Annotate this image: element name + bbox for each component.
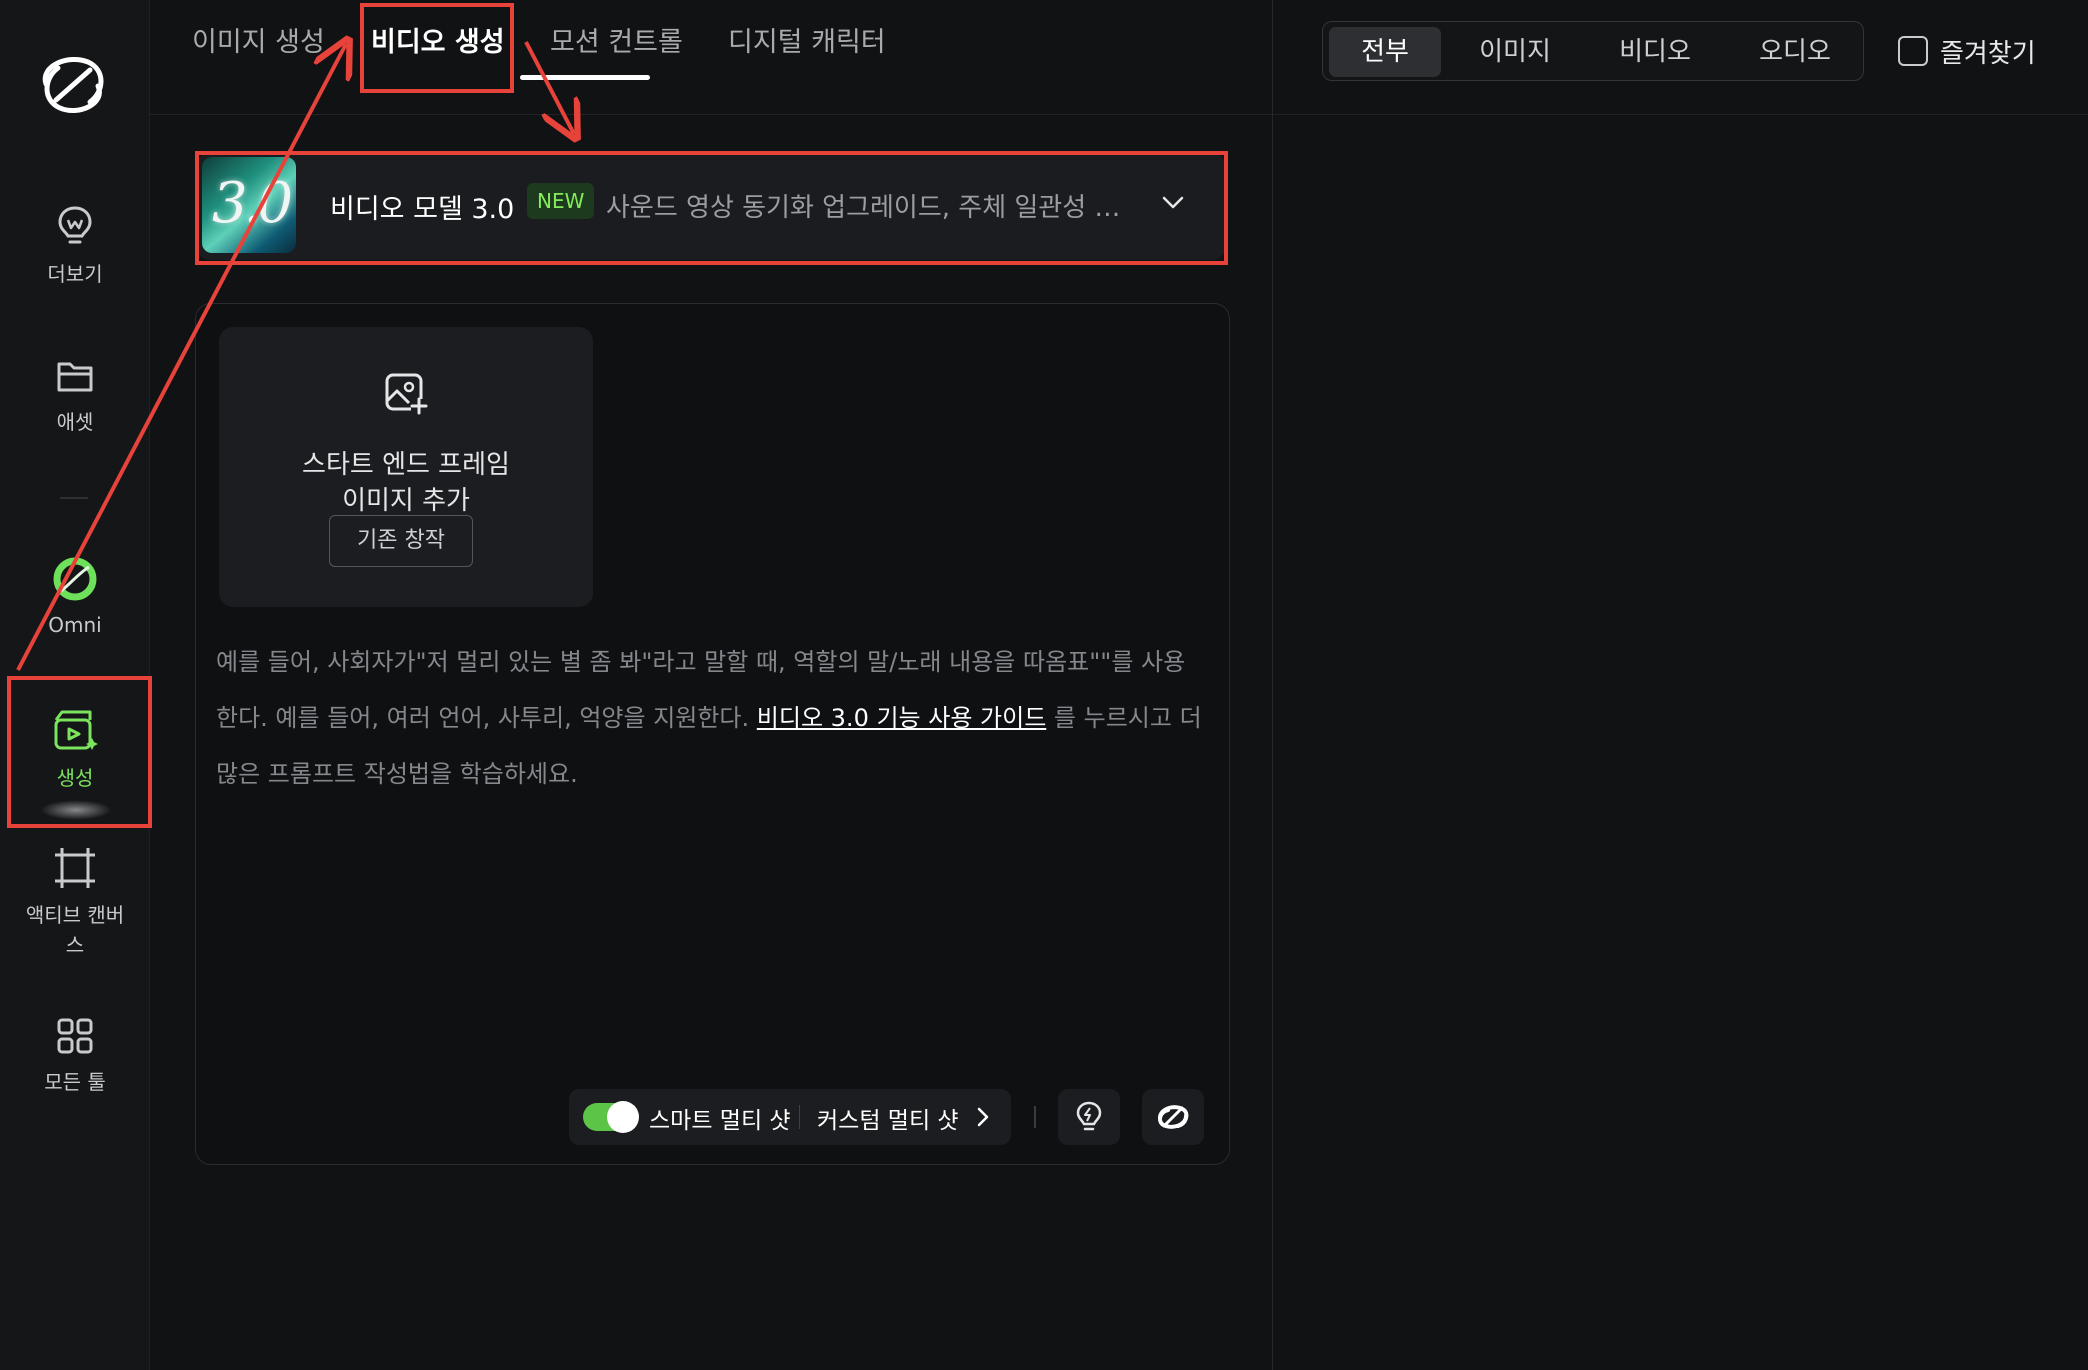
sidebar-item-label: 애셋	[56, 410, 94, 434]
smart-multishot-toggle[interactable]	[583, 1101, 639, 1133]
tab-image-generation[interactable]: 이미지 생성	[192, 20, 325, 59]
sidebar-item-active-canvas[interactable]: 액티브 캔버스	[0, 846, 150, 960]
model-thumbnail-text: 3.0	[212, 171, 293, 236]
tab-video-generation[interactable]: 비디오 생성	[371, 20, 505, 59]
lightbulb-bolt-icon	[1076, 1101, 1102, 1131]
sidebar-divider	[60, 497, 88, 499]
smart-multishot-label[interactable]: 스마트 멀티 샷	[649, 1101, 791, 1135]
sidebar-item-label: Omni	[48, 613, 102, 637]
panel-divider	[1272, 0, 1273, 1370]
tab-motion-control[interactable]: 모션 컨트롤	[550, 20, 683, 59]
model-name: 비디오 모델 3.0	[330, 194, 515, 225]
prompt-inspiration-button[interactable]	[1058, 1089, 1120, 1145]
chevron-right-icon	[977, 1107, 989, 1127]
toggle-knob	[607, 1101, 639, 1133]
sidebar-item-label: 액티브 캔버스	[25, 903, 125, 957]
active-glow	[40, 800, 112, 820]
prompt-card: 스타트 엔드 프레임 이미지 추가 기존 창작 예를 들어, 사회자가"저 멀리…	[195, 303, 1230, 1165]
toolbar-separator	[1034, 1106, 1036, 1128]
media-filter: 전부 이미지 비디오 오디오	[1322, 21, 1864, 81]
canvas-frame-icon	[55, 848, 95, 888]
prompt-placeholder[interactable]: 예를 들어, 사회자가"저 멀리 있는 별 좀 봐"라고 말할 때, 역할의 말…	[216, 634, 1206, 802]
sidebar-item-label: 생성	[56, 766, 94, 790]
multishot-control: 스마트 멀티 샷 커스텀 멀티 샷	[569, 1089, 1011, 1145]
guide-link[interactable]: 비디오 3.0 기능 사용 가이드	[757, 704, 1046, 732]
legacy-creation-button[interactable]: 기존 창작	[329, 515, 473, 567]
sidebar-item-generate[interactable]: 생성	[0, 708, 150, 791]
upload-title: 스타트 엔드 프레임 이미지 추가	[219, 447, 593, 519]
swirl-logo-icon	[1158, 1105, 1189, 1129]
filter-video[interactable]: 비디오	[1591, 27, 1719, 77]
sidebar-item-omni[interactable]: Omni	[0, 555, 150, 637]
sidebar-item-all-tools[interactable]: 모든 툴	[0, 1016, 150, 1095]
filter-audio[interactable]: 오디오	[1731, 27, 1859, 77]
new-badge: NEW	[527, 183, 595, 219]
sidebar-item-label: 더보기	[47, 262, 103, 286]
multishot-separator	[799, 1105, 800, 1129]
favorites-toggle[interactable]: 즐겨찾기	[1898, 34, 2036, 69]
sidebar-item-assets[interactable]: 애셋	[0, 356, 150, 435]
custom-multishot-button[interactable]: 커스텀 멀티 샷	[817, 1101, 959, 1135]
favorites-checkbox[interactable]	[1898, 36, 1928, 66]
omni-ring-icon	[53, 557, 97, 601]
tab-digital-character[interactable]: 디지털 캐릭터	[728, 20, 886, 59]
chevron-down-icon	[1162, 196, 1184, 209]
model-selector[interactable]: 3.0 비디오 모델 3.0 NEW 사운드 영상 동기화 업그레이드, 주체 …	[196, 153, 1226, 260]
generate-icon	[54, 710, 98, 750]
filter-all[interactable]: 전부	[1329, 27, 1441, 77]
add-image-icon	[385, 373, 428, 415]
tab-bar: 이미지 생성 비디오 생성 모션 컨트롤 디지털 캐릭터	[150, 0, 1272, 115]
folder-icon	[57, 362, 93, 392]
favorites-label: 즐겨찾기	[1940, 38, 2036, 69]
model-description: 사운드 영상 동기화 업그레이드, 주체 일관성 …	[606, 193, 1121, 223]
upload-title-line2: 이미지 추가	[342, 486, 470, 516]
upload-title-line1: 스타트 엔드 프레임	[302, 450, 510, 480]
start-end-frame-upload[interactable]: 스타트 엔드 프레임 이미지 추가 기존 창작	[219, 327, 593, 607]
sidebar-item-label: 모든 툴	[44, 1070, 106, 1094]
model-thumbnail: 3.0	[202, 157, 296, 253]
lightbulb-icon	[58, 206, 92, 244]
app-logo-icon[interactable]	[38, 52, 110, 118]
active-tab-underline	[520, 75, 650, 80]
ai-model-button[interactable]	[1142, 1089, 1204, 1145]
grid-icon	[57, 1018, 93, 1054]
sidebar-item-more[interactable]: 더보기	[0, 204, 150, 287]
filter-image[interactable]: 이미지	[1451, 27, 1579, 77]
sidebar: 더보기 애셋 Omni 생성 액티브 캔버스 모든 툴	[0, 0, 150, 1370]
